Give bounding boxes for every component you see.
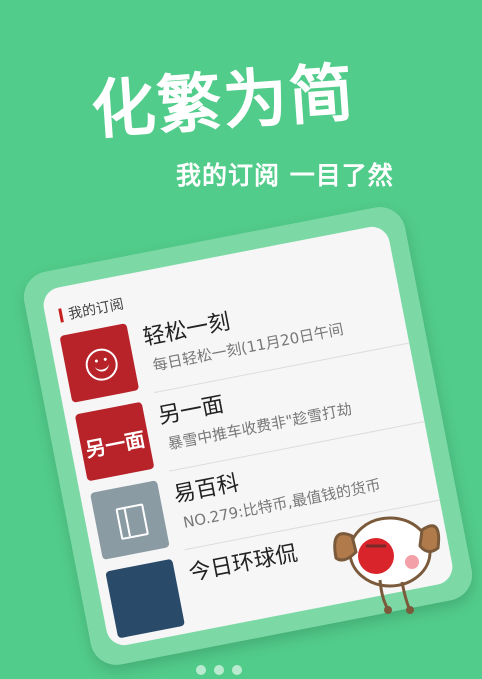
page-dot[interactable] [196, 665, 206, 675]
hero-title: 化繁为简 [89, 56, 358, 149]
hero-subtitle: 我的订阅 一目了然 [176, 161, 394, 190]
logo-text: 另一面 [83, 426, 147, 463]
page-dot[interactable] [214, 665, 224, 675]
thumbnail [105, 558, 186, 639]
mascot-dog-icon [333, 516, 441, 614]
logo-icon: 另一面 [74, 401, 155, 482]
book-icon [90, 480, 170, 560]
page-indicator [196, 660, 250, 679]
page-dot[interactable] [232, 665, 242, 675]
smiley-icon [59, 323, 140, 403]
